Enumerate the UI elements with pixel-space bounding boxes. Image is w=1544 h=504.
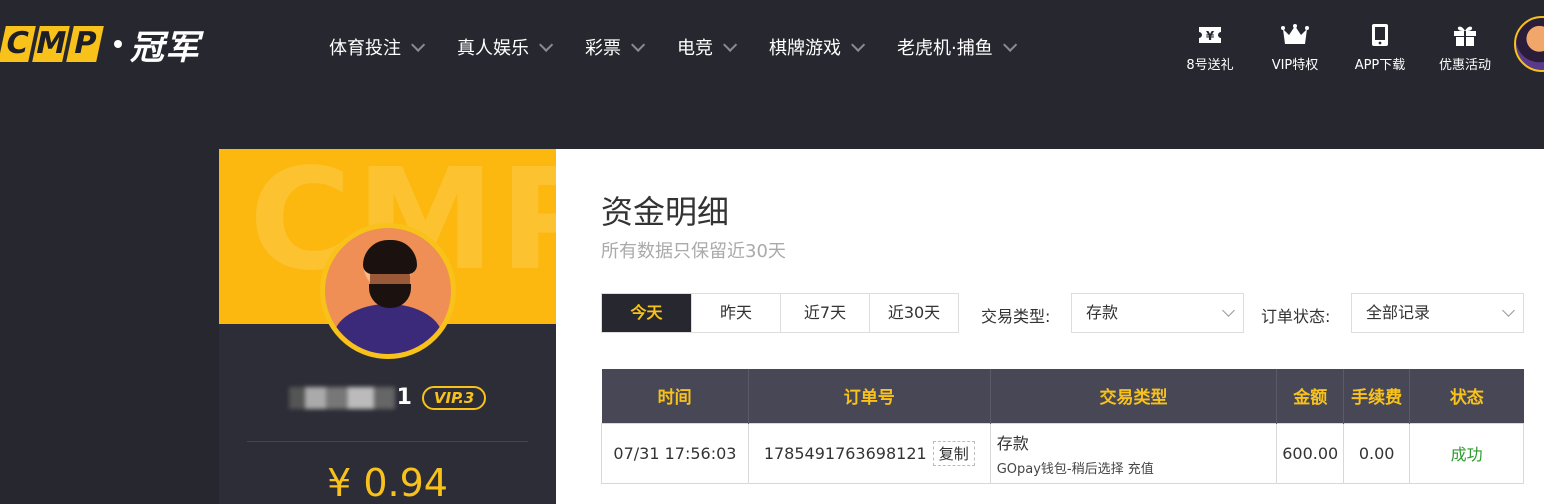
transaction-type-select[interactable]: 存款 [1071, 293, 1244, 333]
column-header: 交易类型 [989, 369, 1277, 423]
transaction-detail: GOpay钱包-稍后选择 充值 [996, 461, 1154, 477]
cell-order: 1785491763698121 复制 [747, 422, 991, 484]
records-table: 时间 订单号 交易类型 金额 手续费 状态 07/31 17:56:03 178… [601, 369, 1524, 484]
cell-type: 存款 GOpay钱包-稍后选择 充值 [989, 422, 1278, 484]
logo-letter: P [66, 26, 104, 62]
link-label: 优惠活动 [1438, 58, 1491, 73]
link-gift-8th[interactable]: ¥ 8号送礼 [1170, 22, 1250, 73]
column-header: 状态 [1409, 369, 1524, 423]
svg-text:¥: ¥ [1206, 29, 1215, 43]
column-header: 金额 [1276, 369, 1344, 423]
gift-icon [1452, 22, 1478, 48]
cell-status: 成功 [1409, 422, 1524, 484]
chevron-down-icon [1222, 304, 1235, 317]
vip-badge[interactable]: VIP.3 [421, 385, 487, 410]
link-label: VIP特权 [1271, 58, 1319, 73]
column-header: 订单号 [747, 369, 991, 423]
tab-today[interactable]: 今天 [602, 294, 691, 332]
ticket-yen-icon: ¥ [1198, 22, 1222, 48]
nav-item-slots-fishing[interactable]: 老虎机·捕鱼 [897, 34, 1017, 60]
wallet-balance: ¥ 0.94 [327, 461, 448, 504]
page-subtitle: 所有数据只保留近30天 [601, 241, 786, 262]
link-vip[interactable]: VIP特权 [1255, 22, 1335, 73]
nav-label: 真人娱乐 [457, 38, 529, 59]
top-links: ¥ 8号送礼 VIP特权 APP下载 优惠活动 [1170, 22, 1510, 73]
nav-item-live-casino[interactable]: 真人娱乐 [457, 34, 554, 60]
nav-label: 老虎机·捕鱼 [897, 38, 993, 59]
nav-item-lottery[interactable]: 彩票 [585, 34, 646, 60]
order-status-select[interactable]: 全部记录 [1351, 293, 1524, 333]
page-title: 资金明细 [601, 193, 730, 231]
logo-letter: C [0, 26, 36, 62]
user-avatar[interactable] [1514, 16, 1544, 72]
column-header: 手续费 [1343, 369, 1410, 423]
select-value: 存款 [1086, 303, 1119, 322]
chevron-down-icon [1502, 304, 1515, 317]
nav-label: 体育投注 [329, 38, 401, 59]
order-number: 1785491763698121 [763, 443, 927, 463]
nav-label: 电竞 [677, 38, 713, 59]
logo-text: 冠军 [130, 27, 200, 68]
date-range-tabs: 今天 昨天 近7天 近30天 [601, 293, 959, 333]
transaction-type-label: 交易类型: [981, 307, 1051, 326]
chevron-down-icon [723, 37, 738, 52]
link-app-download[interactable]: APP下载 [1340, 22, 1420, 73]
table-header-row: 时间 订单号 交易类型 金额 手续费 状态 [601, 369, 1524, 423]
chevron-down-icon [851, 37, 866, 52]
cell-fee: 0.00 [1343, 422, 1411, 484]
tab-30-days[interactable]: 近30天 [869, 294, 958, 332]
main-nav: 体育投注 真人娱乐 彩票 电竞 棋牌游戏 老虎机·捕鱼 [329, 34, 1049, 60]
nav-label: 彩票 [585, 38, 621, 59]
table-row: 07/31 17:56:03 1785491763698121 复制 存款 GOp… [601, 422, 1524, 484]
cell-time: 07/31 17:56:03 [601, 422, 749, 484]
profile-name-row: 1 VIP.3 [219, 385, 556, 410]
logo-letter: M [32, 26, 70, 62]
nav-item-esports[interactable]: 电竞 [677, 34, 738, 60]
chevron-down-icon [1002, 37, 1017, 52]
column-header: 时间 [601, 369, 749, 423]
divider [247, 441, 528, 442]
link-label: APP下载 [1354, 58, 1406, 73]
chevron-down-icon [539, 37, 554, 52]
nav-item-sports[interactable]: 体育投注 [329, 34, 426, 60]
select-value: 全部记录 [1366, 303, 1431, 322]
username-blurred [288, 386, 395, 409]
chevron-down-icon [631, 37, 646, 52]
order-status-label: 订单状态: [1261, 307, 1331, 326]
crown-icon [1281, 22, 1309, 48]
username-suffix: 1 [396, 385, 412, 410]
profile-panel: CMP 1 VIP.3 ¥ 0.94 [219, 149, 556, 504]
nav-label: 棋牌游戏 [769, 38, 841, 59]
chevron-down-icon [411, 37, 426, 52]
link-label: 8号送礼 [1186, 58, 1234, 73]
link-promotions[interactable]: 优惠活动 [1425, 22, 1505, 73]
top-header: C M P 冠军 体育投注 真人娱乐 彩票 电竞 棋牌游戏 老虎机·捕鱼 ¥ 8… [0, 0, 1544, 96]
tab-7-days[interactable]: 近7天 [780, 294, 869, 332]
brand-logo[interactable]: C M P 冠军 [0, 22, 200, 68]
copy-button[interactable]: 复制 [932, 440, 975, 466]
logo-cmp-mark: C M P [0, 26, 104, 62]
transaction-type: 存款 [996, 433, 1029, 453]
tab-yesterday[interactable]: 昨天 [691, 294, 780, 332]
profile-avatar[interactable] [320, 223, 456, 359]
fund-details-panel: 资金明细 所有数据只保留近30天 今天 昨天 近7天 近30天 交易类型: 存款… [556, 149, 1544, 504]
logo-dot [114, 40, 122, 48]
nav-item-card-games[interactable]: 棋牌游戏 [769, 34, 866, 60]
cell-amount: 600.00 [1276, 422, 1345, 484]
phone-icon [1371, 22, 1389, 48]
